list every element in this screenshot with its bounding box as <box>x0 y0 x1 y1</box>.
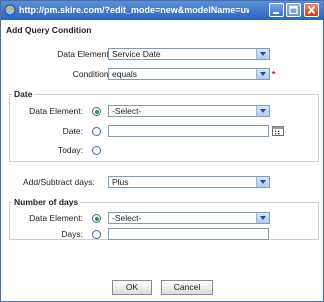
chevron-down-icon[interactable] <box>256 177 269 187</box>
dialog-window: http://pm.skire.com/?edit_mode=new&model… <box>0 0 324 302</box>
days-section-legend: Number of days <box>12 196 81 208</box>
calendar-icon[interactable] <box>272 125 284 136</box>
data-element-label: Data Element: <box>57 49 111 59</box>
days-data-element-label: Data Element: <box>29 213 83 223</box>
data-element-select[interactable]: Service Date <box>108 48 270 60</box>
date-radio[interactable] <box>92 127 101 136</box>
date-data-element-select[interactable]: -Select- <box>108 105 270 117</box>
add-subtract-label: Add/Subtract days: <box>23 177 95 187</box>
days-data-element-select[interactable]: -Select- <box>108 212 270 224</box>
required-marker: * <box>272 69 276 79</box>
data-element-value: Service Date <box>112 49 161 59</box>
date-data-element-radio[interactable] <box>92 107 101 116</box>
dialog-title: Add Query Condition <box>6 25 92 35</box>
maximize-button[interactable] <box>286 3 301 17</box>
chevron-down-icon[interactable] <box>256 49 269 59</box>
window-title: http://pm.skire.com/?edit_mode=new&model… <box>19 5 249 15</box>
days-data-element-radio[interactable] <box>92 214 101 223</box>
chevron-down-icon[interactable] <box>256 106 269 116</box>
condition-value: equals <box>112 69 138 79</box>
today-label: Today: <box>57 145 83 155</box>
minimize-button[interactable] <box>269 3 284 17</box>
add-subtract-select[interactable]: Plus <box>108 176 270 188</box>
date-input[interactable] <box>108 125 269 137</box>
days-data-element-value: -Select- <box>112 213 142 223</box>
chevron-down-icon[interactable] <box>256 213 269 223</box>
condition-label: Condition: <box>72 69 111 79</box>
days-input[interactable] <box>108 228 269 240</box>
ok-button[interactable]: OK <box>112 280 152 295</box>
date-data-element-label: Data Element: <box>29 106 83 116</box>
condition-select[interactable]: equals <box>108 68 270 80</box>
add-subtract-value: Plus <box>112 177 129 187</box>
date-label: Date: <box>62 126 83 136</box>
close-button[interactable] <box>304 3 319 17</box>
days-radio[interactable] <box>92 230 101 239</box>
chevron-down-icon[interactable] <box>256 69 269 79</box>
date-data-element-value: -Select- <box>112 106 142 116</box>
browser-icon <box>4 4 16 16</box>
today-radio[interactable] <box>92 146 101 155</box>
title-bar[interactable]: http://pm.skire.com/?edit_mode=new&model… <box>1 1 323 20</box>
cancel-button[interactable]: Cancel <box>161 280 213 295</box>
date-section-legend: Date <box>12 88 35 100</box>
days-label: Days: <box>61 229 83 239</box>
